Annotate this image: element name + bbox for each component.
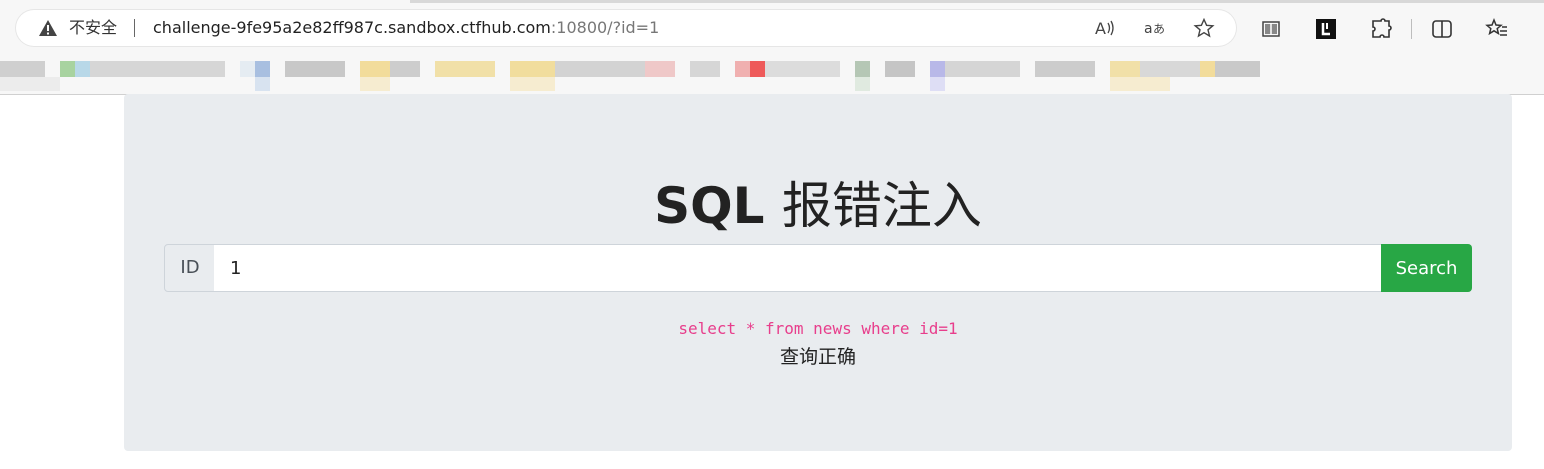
- svg-text:あ: あ: [1153, 22, 1165, 36]
- bookmarks-bar-blurred: [0, 58, 1544, 92]
- tab-strip: [410, 0, 1544, 3]
- svg-text:a: a: [1144, 21, 1153, 37]
- reading-view-icon[interactable]: [1259, 17, 1283, 41]
- page-title: SQL 报错注入: [124, 178, 1512, 234]
- url-host: challenge-9fe95a2e82ff987c.sandbox.ctfhu…: [153, 18, 551, 37]
- translate-icon[interactable]: aあ: [1144, 18, 1166, 38]
- id-input-group: ID Search: [164, 244, 1472, 292]
- favorites-icon[interactable]: [1485, 17, 1509, 41]
- jumbotron: SQL 报错注入 ID Search select * from news wh…: [124, 94, 1512, 451]
- split-screen-icon[interactable]: [1430, 17, 1454, 41]
- extension-l-icon[interactable]: [1314, 17, 1338, 41]
- security-label[interactable]: 不安全: [69, 18, 117, 38]
- extensions-puzzle-icon[interactable]: [1369, 17, 1393, 41]
- query-result-text: 查询正确: [779, 346, 856, 368]
- url-text[interactable]: challenge-9fe95a2e82ff987c.sandbox.ctfhu…: [153, 18, 659, 38]
- favorite-star-icon[interactable]: [1193, 17, 1215, 38]
- warning-icon[interactable]: [38, 18, 58, 38]
- sql-query-text: select * from news where id=1: [678, 319, 958, 338]
- browser-chrome: 不安全 challenge-9fe95a2e82ff987c.sandbox.c…: [0, 0, 1544, 95]
- page-title-latin: SQL: [654, 177, 765, 235]
- svg-text:A: A: [1095, 19, 1106, 38]
- toolbar-separator: [1411, 19, 1412, 39]
- read-aloud-icon[interactable]: A: [1094, 18, 1116, 38]
- id-addon-label: ID: [164, 244, 216, 292]
- url-path: :10800/?id=1: [550, 18, 660, 37]
- address-separator: [134, 19, 135, 37]
- search-button[interactable]: Search: [1381, 244, 1472, 292]
- address-bar[interactable]: 不安全 challenge-9fe95a2e82ff987c.sandbox.c…: [16, 10, 1236, 46]
- page-title-cjk: 报错注入: [781, 177, 982, 235]
- id-input[interactable]: [214, 244, 1397, 292]
